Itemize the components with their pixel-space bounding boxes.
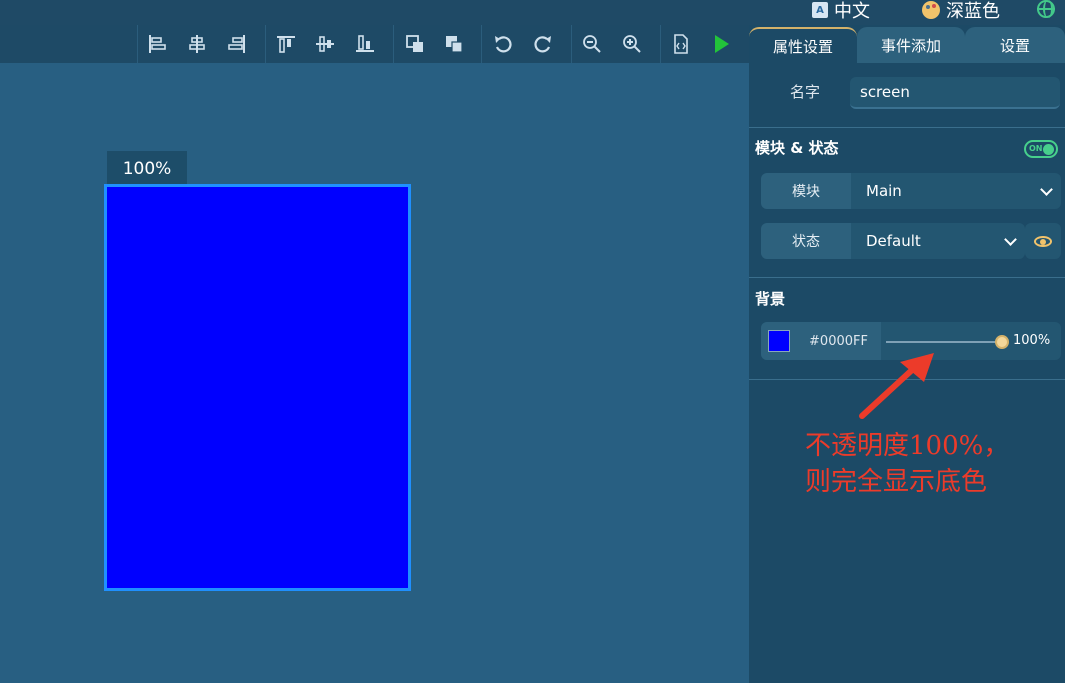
state-label: 状态 [761, 223, 851, 259]
name-label: 名字 [790, 83, 821, 101]
chevron-down-icon [1004, 233, 1017, 246]
toolbar-divider [481, 25, 482, 63]
align-middle-v-icon[interactable] [314, 33, 336, 55]
align-center-h-icon[interactable] [186, 33, 208, 55]
globe-icon[interactable] [1037, 0, 1055, 18]
divider [749, 127, 1065, 128]
eye-icon [1034, 235, 1052, 247]
toolbar-divider [265, 25, 266, 63]
translate-icon: A [812, 2, 828, 18]
panel-tabs: 属性设置 事件添加 设置 [749, 25, 1065, 63]
play-icon[interactable] [710, 33, 732, 55]
module-state-title: 模块 & 状态 [755, 139, 839, 157]
module-label: 模块 [761, 173, 851, 209]
send-backward-icon[interactable] [443, 33, 465, 55]
background-title: 背景 [755, 290, 786, 308]
color-swatch-button[interactable] [761, 322, 796, 360]
redo-icon[interactable] [532, 33, 554, 55]
editor-toolbar [0, 25, 749, 63]
toggle-knob [1043, 144, 1054, 155]
tab-events[interactable]: 事件添加 [857, 27, 965, 63]
code-file-icon[interactable] [670, 33, 692, 55]
module-toggle[interactable]: ON [1024, 140, 1058, 158]
toolbar-divider [571, 25, 572, 63]
language-label: 中文 [834, 1, 870, 22]
divider [749, 277, 1065, 278]
toolbar-divider [660, 25, 661, 63]
annotation-arrow [859, 353, 934, 419]
language-switch[interactable]: A 中文 [812, 0, 870, 22]
tab-settings[interactable]: 设置 [965, 27, 1065, 63]
align-top-icon[interactable] [275, 33, 297, 55]
toolbar-divider [137, 25, 138, 63]
state-select[interactable]: Default [851, 223, 1025, 259]
zoom-in-icon[interactable] [621, 33, 643, 55]
toolbar-divider [393, 25, 394, 63]
visibility-button[interactable] [1025, 223, 1061, 259]
opacity-value: 100% [1013, 333, 1051, 348]
annotation-line-1: 不透明度100%， [805, 431, 1010, 461]
state-value: Default [866, 232, 921, 250]
screen-component[interactable] [104, 184, 411, 591]
name-row: 名字 screen [749, 75, 1065, 115]
theme-label: 深蓝色 [946, 1, 1000, 22]
module-select-row: 模块 Main [761, 173, 1061, 209]
module-value: Main [866, 182, 902, 200]
name-input[interactable]: screen [850, 77, 1060, 109]
align-left-icon[interactable] [146, 33, 168, 55]
annotation-text: 不透明度100%， 则完全显示底色 [805, 428, 1009, 500]
opacity-slider[interactable] [886, 341, 1001, 343]
tab-properties[interactable]: 属性设置 [749, 27, 857, 63]
state-select-row: 状态 Default [761, 223, 1061, 259]
align-bottom-icon[interactable] [354, 33, 376, 55]
bring-forward-icon[interactable] [404, 33, 426, 55]
toggle-on-label: ON [1029, 144, 1043, 153]
chevron-down-icon [1040, 183, 1053, 196]
zoom-label: 100% [107, 151, 187, 186]
module-select[interactable]: Main [851, 173, 1061, 209]
top-bar: A 中文 深蓝色 [0, 0, 1065, 25]
undo-icon[interactable] [492, 33, 514, 55]
annotation-line-2: 则完全显示底色 [805, 467, 988, 497]
zoom-out-icon[interactable] [581, 33, 603, 55]
opacity-slider-knob[interactable] [995, 335, 1009, 349]
theme-switch[interactable]: 深蓝色 [922, 0, 1000, 22]
align-right-icon[interactable] [226, 33, 248, 55]
color-swatch [767, 330, 790, 352]
palette-icon [922, 1, 940, 19]
